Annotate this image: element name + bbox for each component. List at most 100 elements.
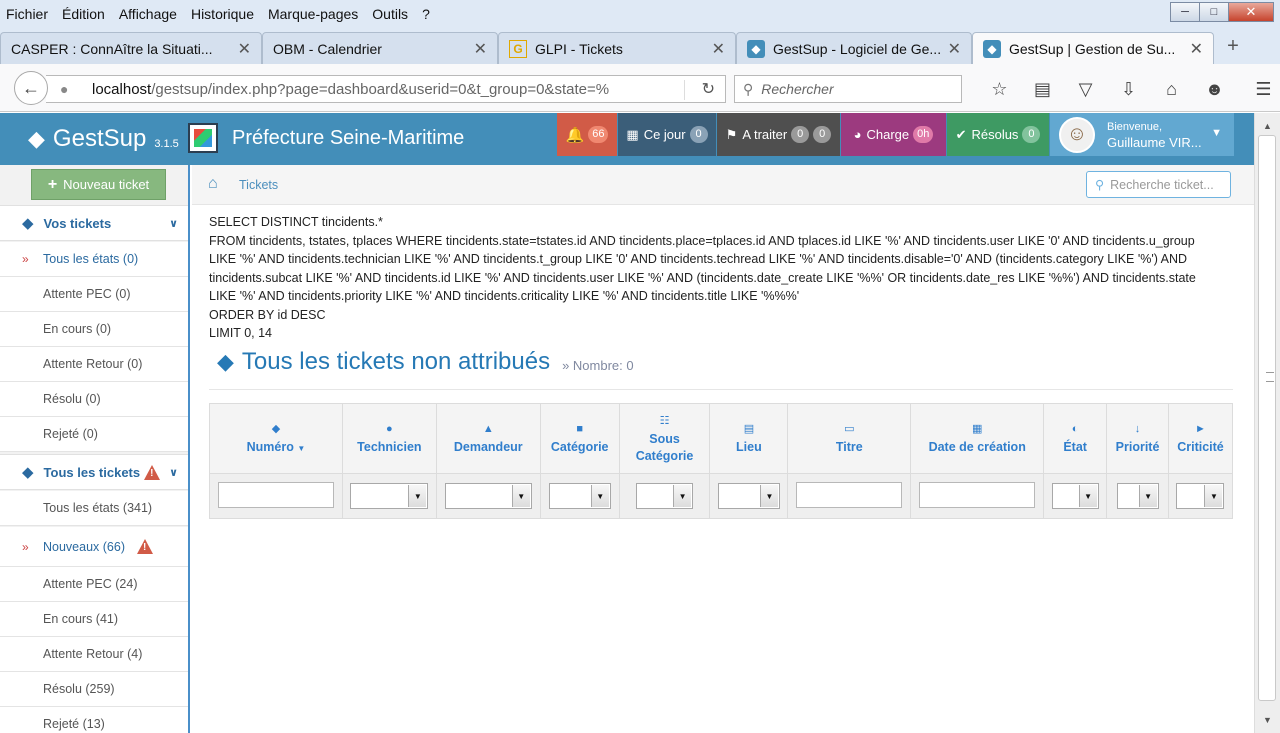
col-requester[interactable]: ▲ Demandeur <box>435 403 541 474</box>
col-technician[interactable]: ● Technicien <box>341 403 437 474</box>
menu-help[interactable]: ? <box>422 6 430 22</box>
menu-historique[interactable]: Historique <box>191 6 254 22</box>
ticket-search-input[interactable]: ⚲ Recherche ticket... <box>1086 171 1231 198</box>
filter-priority-select[interactable]: ▼ <box>1116 483 1159 509</box>
filter-category-select[interactable]: ▼ <box>548 483 611 509</box>
tab-close-icon[interactable]: ✕ <box>1190 39 1203 59</box>
menu-marque-pages[interactable]: Marque-pages <box>268 6 358 22</box>
sidebar-item-all-resolved[interactable]: Résolu (259) <box>0 672 188 707</box>
sidebar-item-mine-resolved[interactable]: Résolu (0) <box>0 382 188 417</box>
breadcrumb-tickets[interactable]: Tickets <box>239 178 278 192</box>
col-label: Lieu <box>736 440 762 454</box>
filter-created-input[interactable] <box>919 481 1036 508</box>
home-icon[interactable]: ⌂ <box>208 175 218 193</box>
filter-requester-select[interactable]: ▼ <box>444 483 532 509</box>
col-number[interactable]: ◆ Numéro ▼ <box>209 403 343 474</box>
sidebar-group-label: Vos tickets <box>43 215 112 231</box>
new-ticket-button[interactable]: + Nouveau ticket <box>31 169 166 200</box>
calendar-icon: ▦ <box>626 126 639 142</box>
browser-search-placeholder: Rechercher <box>761 81 834 97</box>
sidebar-item-all-rejected[interactable]: Rejeté (13) <box>0 707 188 733</box>
filter-number-input[interactable] <box>217 481 334 508</box>
tab-close-icon[interactable]: ✕ <box>948 39 961 59</box>
menu-edition[interactable]: Édition <box>62 6 105 22</box>
workload-button[interactable]: ◕ Charge 0h <box>841 113 946 156</box>
home-icon[interactable]: ⌂ <box>1150 76 1193 102</box>
sidebar-item-all-awaiting[interactable]: Attente Retour (4) <box>0 637 188 672</box>
menu-outils[interactable]: Outils <box>372 6 408 22</box>
col-state[interactable]: ◐ État <box>1043 403 1108 474</box>
to-process-label: A traiter <box>742 127 788 142</box>
menu-fichier[interactable]: Fichier <box>6 6 48 22</box>
tab-casper[interactable]: CASPER : ConnAître la Situati... ✕ <box>0 32 262 64</box>
bookmark-star-icon[interactable]: ☆ <box>978 76 1021 102</box>
filter-state-select[interactable]: ▼ <box>1051 483 1099 509</box>
browser-search-input[interactable]: ⚲ Rechercher <box>734 75 962 103</box>
user-menu[interactable]: ☺ Bienvenue, Guillaume VIR... ▼ <box>1050 113 1234 156</box>
hamburger-menu-icon[interactable]: ☰ <box>1242 76 1280 102</box>
filter-subcategory-select[interactable]: ▼ <box>636 483 694 509</box>
scroll-down-icon[interactable]: ▼ <box>1263 715 1272 725</box>
col-subcategory[interactable]: ☷ Sous Catégorie <box>618 403 711 474</box>
new-tab-button[interactable]: + <box>1220 32 1246 60</box>
filter-criticality-select[interactable]: ▼ <box>1176 483 1225 509</box>
back-button[interactable]: ← <box>14 71 48 105</box>
to-process-button[interactable]: ⚑ A traiter 0 0 <box>717 113 840 156</box>
filter-title-input[interactable] <box>796 481 903 508</box>
filter-technician-select[interactable]: ▼ <box>350 483 429 509</box>
col-category[interactable]: ■ Catégorie <box>539 403 620 474</box>
sidebar-item-new[interactable]: » Nouveaux (66) ! <box>0 527 188 567</box>
col-label: Demandeur <box>453 440 523 454</box>
filter-place-select[interactable]: ▼ <box>717 483 780 509</box>
dropdown-arrow-icon: ▼ <box>1078 485 1097 507</box>
sort-caret-icon: ▼ <box>297 443 306 453</box>
sidebar-item-mine-pending[interactable]: Attente PEC (0) <box>0 277 188 312</box>
resolved-button[interactable]: ✔ Résolus 0 <box>947 113 1049 156</box>
reading-list-icon[interactable]: ▤ <box>1021 76 1064 102</box>
sidebar-group-my-tickets[interactable]: ◆ Vos tickets ∨ <box>0 205 188 241</box>
url-host: localhost <box>92 80 152 98</box>
dropdown-arrow-icon: ▼ <box>408 485 427 507</box>
sidebar-item-mine-awaiting[interactable]: Attente Retour (0) <box>0 347 188 382</box>
app-logo[interactable]: ◆ GestSup 3.1.5 <box>28 125 179 153</box>
sidebar-item-all-states[interactable]: Tous les états (341) <box>0 491 188 526</box>
tab-glpi[interactable]: G GLPI - Tickets ✕ <box>498 32 736 64</box>
page-scrollbar[interactable]: ▲ ▼ <box>1254 113 1280 733</box>
pocket-icon[interactable]: ▽ <box>1064 76 1107 102</box>
scroll-up-icon[interactable]: ▲ <box>1263 121 1272 131</box>
col-created[interactable]: ▦ Date de création <box>910 403 1045 474</box>
col-criticality[interactable]: ► Criticité <box>1167 403 1234 474</box>
tab-close-icon[interactable]: ✕ <box>712 39 725 59</box>
sidebar-item-mine-all[interactable]: » Tous les états (0) <box>0 242 188 277</box>
sidebar-item-all-pending[interactable]: Attente PEC (24) <box>0 567 188 602</box>
alerts-button[interactable]: 🔔 66 <box>557 113 617 156</box>
reload-icon[interactable]: ↻ <box>702 79 715 99</box>
tab-obm[interactable]: OBM - Calendrier ✕ <box>262 32 498 64</box>
col-place[interactable]: ▤ Lieu <box>709 403 789 474</box>
emoji-icon[interactable]: ☻ <box>1193 76 1236 102</box>
tag-icon: ◆ <box>22 464 34 481</box>
sidebar-item-mine-in-progress[interactable]: En cours (0) <box>0 312 188 347</box>
minimize-button[interactable]: ─ <box>1170 2 1200 22</box>
sidebar-item-all-in-progress[interactable]: En cours (41) <box>0 602 188 637</box>
col-label: Numéro <box>246 439 294 454</box>
scroll-thumb[interactable] <box>1258 135 1276 701</box>
filter-cell: ▼ <box>1106 473 1169 519</box>
tab-gestsup-active[interactable]: ◆ GestSup | Gestion de Su... ✕ <box>972 32 1214 65</box>
menu-affichage[interactable]: Affichage <box>119 6 177 22</box>
url-bar[interactable]: ● localhost/gestsup/index.php?page=dashb… <box>46 75 726 103</box>
maximize-button[interactable]: □ <box>1199 2 1229 22</box>
sidebar-item-mine-rejected[interactable]: Rejeté (0) <box>0 417 188 452</box>
chevron-down-icon: ∨ <box>169 466 178 479</box>
tab-close-icon[interactable]: ✕ <box>474 39 487 59</box>
col-priority[interactable]: ↓ Priorité <box>1106 403 1169 474</box>
tab-close-icon[interactable]: ✕ <box>238 39 251 59</box>
today-button[interactable]: ▦ Ce jour 0 <box>618 113 716 156</box>
tab-gestsup-site[interactable]: ◆ GestSup - Logiciel de Ge... ✕ <box>736 32 972 64</box>
bell-icon: 🔔 <box>565 126 585 144</box>
col-title[interactable]: ▭ Titre <box>787 403 912 474</box>
tab-label: OBM - Calendrier <box>273 40 382 57</box>
sidebar-group-all-tickets[interactable]: ◆ Tous les tickets ! ∨ <box>0 454 188 490</box>
download-icon[interactable]: ⇩ <box>1107 76 1150 102</box>
close-window-button[interactable]: ✕ <box>1228 2 1274 22</box>
